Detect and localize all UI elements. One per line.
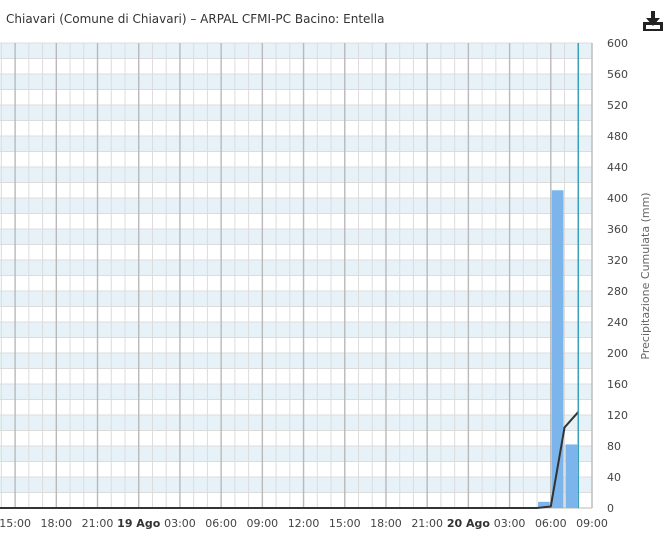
x-tick-label: 03:00	[494, 517, 526, 530]
y-tick-label: 480	[607, 130, 628, 143]
x-tick-label: 18:00	[40, 517, 72, 530]
x-tick-label: 21:00	[82, 517, 114, 530]
precipitation-chart: 15:00 18:00 21:00 19 Ago 03:00 06:00 09:00 12:0…	[0, 37, 652, 530]
y-tick-label: 520	[607, 99, 628, 112]
plot-band	[0, 353, 592, 369]
x-tick-label: 20 Ago	[447, 517, 491, 530]
x-tick-label: 18:00	[370, 517, 402, 530]
y-tick-label: 400	[607, 192, 628, 205]
plot-band	[0, 291, 592, 307]
y-tick-label: 560	[607, 68, 628, 81]
x-tick-label: 21:00	[411, 517, 443, 530]
chart-title: Chiavari (Comune di Chiavari) – ARPAL CF…	[6, 12, 385, 26]
x-tick-label: 09:00	[576, 517, 608, 530]
y-axis-tick-labels: 0 40 80 120 160 200 240 280 320 360 400 440 480 520 56…	[607, 37, 628, 515]
bar	[565, 444, 578, 508]
plot-bands	[0, 43, 592, 493]
x-tick-label: 09:00	[246, 517, 278, 530]
plot-band	[0, 198, 592, 214]
plot-band	[0, 477, 592, 493]
download-icon	[643, 11, 663, 31]
x-tick-label: 03:00	[164, 517, 196, 530]
plot-band	[0, 74, 592, 90]
y-tick-label: 240	[607, 316, 628, 329]
plot-band	[0, 415, 592, 431]
x-tick-label: 12:00	[288, 517, 320, 530]
download-button[interactable]	[640, 10, 666, 34]
y-tick-label: 600	[607, 37, 628, 50]
x-tick-label: 06:00	[205, 517, 237, 530]
x-tick-label: 19 Ago	[117, 517, 161, 530]
y-tick-label: 200	[607, 347, 628, 360]
y-tick-label: 280	[607, 285, 628, 298]
y-axis-label: Precipitazione Cumulata (mm)	[639, 192, 652, 359]
y-tick-label: 320	[607, 254, 628, 267]
x-tick-label: 06:00	[535, 517, 567, 530]
x-axis-tick-labels: 15:00 18:00 21:00 19 Ago 03:00 06:00 09:00 12:0…	[0, 517, 608, 530]
x-tick-label: 15:00	[329, 517, 361, 530]
plot-band	[0, 446, 592, 462]
bar	[551, 190, 564, 508]
plot-band	[0, 43, 592, 59]
y-tick-label: 360	[607, 223, 628, 236]
y-tick-label: 440	[607, 161, 628, 174]
x-tick-label: 15:00	[0, 517, 31, 530]
y-tick-label: 0	[607, 502, 614, 515]
plot-band	[0, 384, 592, 400]
y-tick-label: 160	[607, 378, 628, 391]
plot-band	[0, 167, 592, 183]
y-tick-label: 40	[607, 471, 621, 484]
y-tick-label: 80	[607, 440, 621, 453]
plot-band	[0, 229, 592, 245]
plot-band	[0, 260, 592, 276]
plot-band	[0, 136, 592, 152]
plot-band	[0, 322, 592, 338]
plot-band	[0, 105, 592, 121]
y-tick-label: 120	[607, 409, 628, 422]
